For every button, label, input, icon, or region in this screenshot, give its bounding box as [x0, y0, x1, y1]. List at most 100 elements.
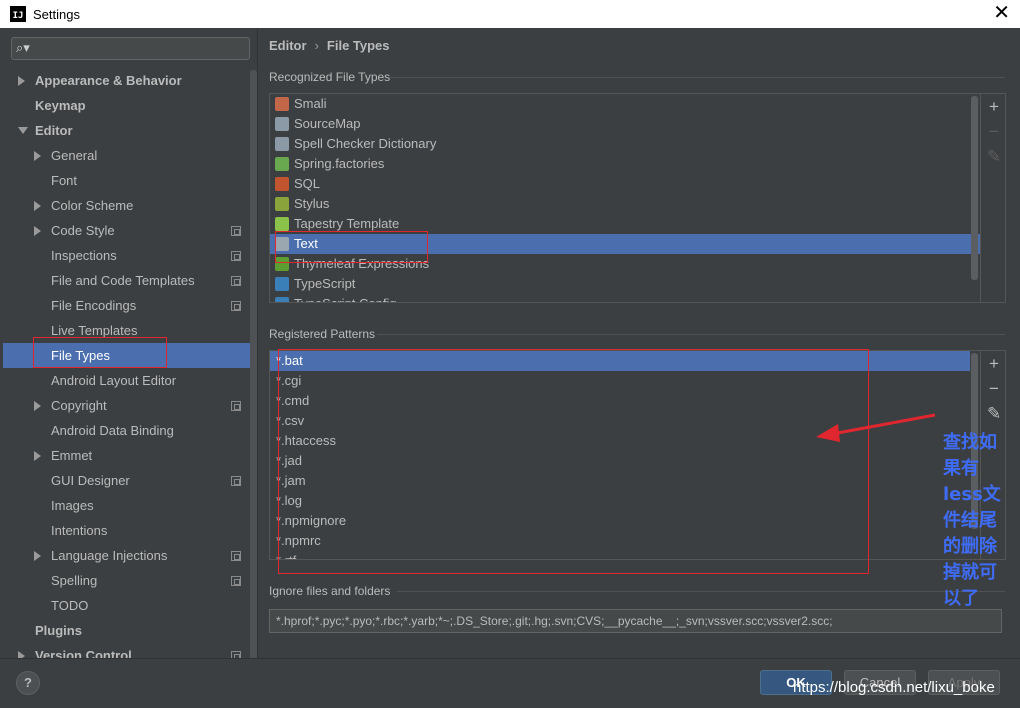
sidebar-item-label: File Encodings: [51, 298, 137, 313]
project-scope-icon: [231, 251, 241, 261]
thymeleaf-icon: [275, 257, 289, 271]
file-type-item[interactable]: Thymeleaf Expressions: [270, 254, 980, 274]
ignore-files-field[interactable]: *.hprof;*.pyc;*.pyo;*.rbc;*.yarb;*~;.DS_…: [269, 609, 1002, 633]
add-file-type-button[interactable]: +: [987, 98, 1001, 115]
sidebar-item[interactable]: Live Templates: [0, 318, 248, 343]
tapestry-icon: [275, 217, 289, 231]
sidebar-item[interactable]: Android Layout Editor: [0, 368, 248, 393]
breadcrumb-parent[interactable]: Editor: [269, 38, 307, 53]
file-type-label: SQL: [294, 176, 321, 191]
file-type-item[interactable]: SQL: [270, 174, 980, 194]
sidebar-item[interactable]: Keymap: [0, 93, 248, 118]
edit-file-type-button[interactable]: ✎: [987, 148, 1001, 165]
sidebar-item[interactable]: Android Data Binding: [0, 418, 248, 443]
chevron-right-icon[interactable]: [34, 401, 41, 411]
remove-file-type-button[interactable]: −: [987, 123, 1001, 140]
sidebar-item[interactable]: File and Code Templates: [0, 268, 248, 293]
sidebar-item[interactable]: Intentions: [0, 518, 248, 543]
pattern-item[interactable]: *.npmrc: [270, 531, 970, 551]
file-types-panel: Editor › File Types Recognized File Types …: [259, 28, 1020, 658]
project-scope-icon: [231, 301, 241, 311]
divider: [377, 334, 1005, 335]
sidebar-item-label: Copyright: [51, 398, 107, 413]
chevron-right-icon[interactable]: [34, 551, 41, 561]
pattern-item[interactable]: *.jad: [270, 451, 970, 471]
chevron-right-icon[interactable]: [34, 226, 41, 236]
remove-pattern-button[interactable]: −: [987, 380, 1001, 397]
sidebar-item[interactable]: File Encodings: [0, 293, 248, 318]
file-type-item[interactable]: SourceMap: [270, 114, 980, 134]
sidebar-item[interactable]: Editor: [0, 118, 248, 143]
file-type-label: SourceMap: [294, 116, 361, 131]
pattern-item[interactable]: *.rtf: [270, 551, 970, 559]
file-type-item[interactable]: Smali: [270, 94, 980, 114]
pattern-item[interactable]: *.jam: [270, 471, 970, 491]
project-scope-icon: [231, 551, 241, 561]
chevron-down-icon[interactable]: [18, 127, 28, 134]
chevron-right-icon[interactable]: [18, 76, 25, 86]
edit-pattern-button[interactable]: ✎: [987, 405, 1001, 422]
sidebar-item[interactable]: Color Scheme: [0, 193, 248, 218]
file-type-label: Stylus: [294, 196, 330, 211]
search-icon: ⌕▾: [16, 40, 30, 55]
sidebar-item[interactable]: File Types: [3, 343, 251, 368]
pattern-item[interactable]: *.bat: [270, 351, 970, 371]
chevron-right-icon[interactable]: [34, 201, 41, 211]
search-input[interactable]: ⌕▾: [11, 37, 250, 60]
file-type-item[interactable]: TypeScript: [270, 274, 980, 294]
pattern-item[interactable]: *.log: [270, 491, 970, 511]
pattern-item[interactable]: *.cgi: [270, 371, 970, 391]
sidebar-item[interactable]: Inspections: [0, 243, 248, 268]
file-type-item[interactable]: TypeScript Config: [270, 294, 980, 302]
sidebar-item[interactable]: Code Style: [0, 218, 248, 243]
sidebar-item-label: Plugins: [35, 623, 82, 638]
sidebar-item[interactable]: TODO: [0, 593, 248, 618]
chevron-right-icon[interactable]: [34, 451, 41, 461]
file-type-label: TypeScript Config: [294, 296, 397, 302]
watermark: https://blog.csdn.net/lixu_boke: [793, 679, 995, 696]
sidebar-item[interactable]: Plugins: [0, 618, 248, 643]
sidebar-item[interactable]: General: [0, 143, 248, 168]
registered-patterns-list[interactable]: *.bat *.cgi *.cmd *.csv *.htaccess *.jad *.jam…: [269, 350, 1006, 560]
file-type-item[interactable]: Text: [270, 234, 980, 254]
sidebar-item-label: Intentions: [51, 523, 108, 538]
sidebar-item[interactable]: Emmet: [0, 443, 248, 468]
sidebar-item-label: Android Data Binding: [51, 423, 174, 438]
breadcrumb-current: File Types: [326, 38, 390, 53]
typescript-icon: [275, 277, 289, 291]
sidebar-item[interactable]: Version Control: [0, 643, 248, 658]
sidebar-item[interactable]: Appearance & Behavior: [0, 68, 248, 93]
sidebar-item[interactable]: Font: [0, 168, 248, 193]
file-types-scrollbar[interactable]: [971, 96, 978, 280]
sidebar-item-label: Language Injections: [51, 548, 168, 563]
file-type-label: Tapestry Template: [294, 216, 400, 231]
sidebar-item-label: GUI Designer: [51, 473, 130, 488]
chevron-right-icon[interactable]: [34, 151, 41, 161]
sourcemap-icon: [275, 117, 289, 131]
sidebar-scrollbar[interactable]: [250, 70, 257, 658]
sidebar-item[interactable]: Images: [0, 493, 248, 518]
sidebar-item-label: Keymap: [35, 98, 86, 113]
add-pattern-button[interactable]: +: [987, 355, 1001, 372]
close-icon[interactable]: ✕: [993, 3, 1010, 23]
project-scope-icon: [231, 401, 241, 411]
sidebar-item[interactable]: Copyright: [0, 393, 248, 418]
sidebar-item[interactable]: GUI Designer: [0, 468, 248, 493]
sidebar-item[interactable]: Spelling: [0, 568, 248, 593]
file-type-item[interactable]: Spell Checker Dictionary: [270, 134, 980, 154]
help-button[interactable]: ?: [16, 671, 40, 695]
sidebar-item-label: Android Layout Editor: [51, 373, 177, 388]
sidebar-item[interactable]: Language Injections: [0, 543, 248, 568]
file-type-item[interactable]: Stylus: [270, 194, 980, 214]
tsconfig-icon: [275, 297, 289, 302]
sidebar-item-label: Color Scheme: [51, 198, 134, 213]
recognized-file-types-list[interactable]: Smali SourceMap Spell Checker Dictionary Sp…: [269, 93, 1006, 303]
chevron-right-icon[interactable]: [18, 651, 25, 658]
breadcrumb-separator: ›: [314, 38, 319, 53]
file-type-item[interactable]: Tapestry Template: [270, 214, 980, 234]
file-type-item[interactable]: Spring.factories: [270, 154, 980, 174]
pattern-item[interactable]: *.npmignore: [270, 511, 970, 531]
sidebar-item-label: General: [51, 148, 98, 163]
registered-patterns-label: Registered Patterns: [269, 327, 376, 341]
breadcrumb: Editor › File Types: [269, 38, 390, 53]
